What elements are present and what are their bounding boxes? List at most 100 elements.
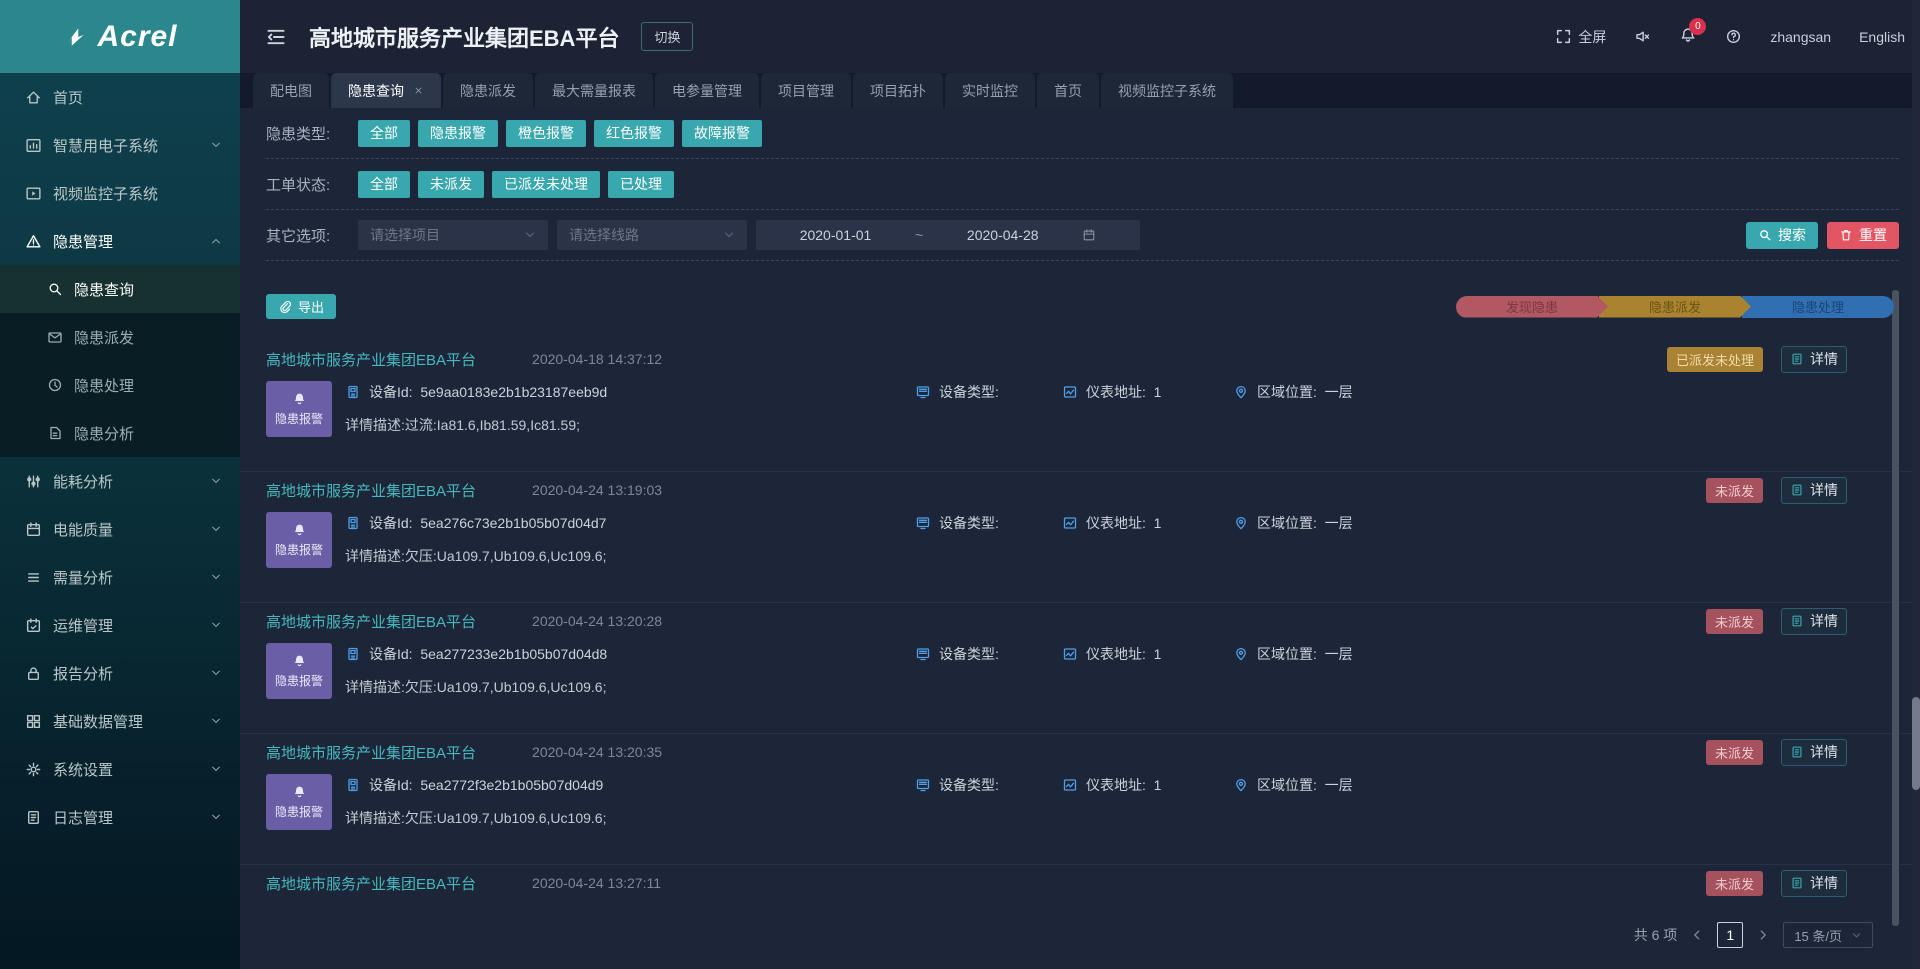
device-type-icon — [915, 646, 931, 662]
sidebar: Acrel 首页智慧用电子系统视频监控子系统隐患管理隐患查询隐患派发隐患处理隐患… — [0, 0, 240, 969]
sidebar-item[interactable]: 运维管理 — [0, 601, 240, 649]
record-title-link[interactable]: 高地城市服务产业集团EBA平台 — [266, 742, 476, 763]
reset-button[interactable]: 重置 — [1827, 222, 1899, 249]
sidebar-item[interactable]: 首页 — [0, 73, 240, 121]
sidebar-subitem[interactable]: 隐患派发 — [0, 313, 240, 361]
tab-项目管理[interactable]: 项目管理 — [761, 73, 851, 108]
sidebar-item[interactable]: 系统设置 — [0, 745, 240, 793]
export-button[interactable]: 导出 — [266, 294, 336, 319]
record-detail-button[interactable]: 详情 — [1781, 346, 1847, 373]
record-detail-button[interactable]: 详情 — [1781, 477, 1847, 504]
record-detail-button[interactable]: 详情 — [1781, 739, 1847, 766]
hazard-type-option[interactable]: 故障报警 — [682, 120, 762, 147]
sidebar-item-label: 视频监控子系统 — [53, 183, 158, 204]
record-status-badge: 未派发 — [1706, 478, 1763, 503]
date-range-picker[interactable]: 2020-01-01 ~ 2020-04-28 — [756, 220, 1140, 250]
record-status-badge: 未派发 — [1706, 740, 1763, 765]
device-id-icon — [345, 515, 361, 531]
sidebar-item-label: 需量分析 — [53, 567, 113, 588]
hazard-type-option[interactable]: 红色报警 — [594, 120, 674, 147]
sidebar-item[interactable]: 智慧用电子系统 — [0, 121, 240, 169]
tab-label: 最大需量报表 — [552, 81, 636, 101]
mute-icon — [1634, 28, 1651, 45]
trash-icon — [1839, 228, 1853, 242]
search-button[interactable]: 搜索 — [1746, 222, 1818, 249]
tab-视频监控子系统[interactable]: 视频监控子系统 — [1101, 73, 1233, 108]
acrel-logo[interactable]: Acrel — [0, 0, 240, 73]
list-scrollbar[interactable] — [1892, 290, 1899, 926]
current-page-button[interactable]: 1 — [1717, 922, 1743, 948]
next-page-icon[interactable] — [1756, 928, 1770, 942]
page-size-select[interactable]: 15 条/页 — [1783, 922, 1873, 948]
sidebar-item-label: 报告分析 — [53, 663, 113, 684]
sidebar-item[interactable]: 隐患管理 — [0, 217, 240, 265]
switch-button[interactable]: 切换 — [641, 22, 693, 51]
sidebar-subitem[interactable]: 隐患查询 — [0, 265, 240, 313]
order-status-option[interactable]: 全部 — [358, 171, 410, 198]
fullscreen-button[interactable]: 全屏 — [1555, 27, 1606, 47]
hazard-type-option[interactable]: 橙色报警 — [506, 120, 586, 147]
tab-隐患派发[interactable]: 隐患派发 — [443, 73, 533, 108]
record-detail-button[interactable]: 详情 — [1781, 870, 1847, 897]
hazard-type-option[interactable]: 全部 — [358, 120, 410, 147]
chevron-down-icon — [210, 763, 222, 775]
sidebar-item[interactable]: 能耗分析 — [0, 457, 240, 505]
sidebar-item[interactable]: 视频监控子系统 — [0, 169, 240, 217]
location-icon — [1233, 515, 1249, 531]
tab-label: 首页 — [1054, 81, 1082, 101]
settings-icon — [25, 761, 42, 778]
legend-pill[interactable]: 隐患派发 — [1599, 296, 1751, 318]
date-start: 2020-01-01 — [800, 227, 872, 243]
tab-隐患查询[interactable]: 隐患查询 — [331, 73, 441, 108]
sidebar-item[interactable]: 电能质量 — [0, 505, 240, 553]
filter-row-other: 其它选项: 请选择项目 请选择线路 2020-01-01 ~ 2020-04-2… — [266, 210, 1899, 261]
language-switcher[interactable]: English — [1859, 29, 1905, 45]
sidebar-subitem-label: 隐患处理 — [74, 375, 134, 396]
hazard-type-option[interactable]: 隐患报警 — [418, 120, 498, 147]
sidebar-item[interactable]: 基础数据管理 — [0, 697, 240, 745]
tab-label: 实时监控 — [962, 81, 1018, 101]
record-detail-button[interactable]: 详情 — [1781, 608, 1847, 635]
doc-detail-icon — [1790, 352, 1804, 366]
prev-page-icon[interactable] — [1690, 928, 1704, 942]
base-data-icon — [25, 713, 42, 730]
window-scrollbar-thumb[interactable] — [1912, 697, 1920, 790]
chevron-down-icon — [210, 523, 222, 535]
sidebar-subitem[interactable]: 隐患分析 — [0, 409, 240, 457]
legend-pill[interactable]: 发现隐患 — [1456, 296, 1608, 318]
alarm-type-label: 隐患报警 — [275, 803, 323, 820]
chevron-down-icon — [210, 475, 222, 487]
record-title-link[interactable]: 高地城市服务产业集团EBA平台 — [266, 480, 476, 501]
sidebar-item[interactable]: 日志管理 — [0, 793, 240, 841]
sidebar-item[interactable]: 需量分析 — [0, 553, 240, 601]
sidebar-subitem[interactable]: 隐患处理 — [0, 361, 240, 409]
tab-首页[interactable]: 首页 — [1037, 73, 1099, 108]
order-status-option[interactable]: 已处理 — [608, 171, 674, 198]
tab-配电图[interactable]: 配电图 — [253, 73, 329, 108]
demand-icon — [25, 569, 42, 586]
bell-icon — [292, 653, 307, 668]
tab-最大需量报表[interactable]: 最大需量报表 — [535, 73, 653, 108]
tab-label: 项目管理 — [778, 81, 834, 101]
sidebar-item[interactable]: 报告分析 — [0, 649, 240, 697]
record-title-link[interactable]: 高地城市服务产业集团EBA平台 — [266, 349, 476, 370]
meter-address-field: 仪表地址: 1 — [1062, 513, 1233, 533]
pagination: 共 6 项 1 15 条/页 — [240, 922, 1920, 948]
collapse-menu-icon[interactable] — [265, 26, 287, 48]
record-title-link[interactable]: 高地城市服务产业集团EBA平台 — [266, 873, 476, 894]
record-title-link[interactable]: 高地城市服务产业集团EBA平台 — [266, 611, 476, 632]
mute-button[interactable] — [1634, 28, 1651, 45]
line-select[interactable]: 请选择线路 — [557, 220, 747, 250]
tab-电参量管理[interactable]: 电参量管理 — [655, 73, 759, 108]
tab-实时监控[interactable]: 实时监控 — [945, 73, 1035, 108]
project-select[interactable]: 请选择项目 — [358, 220, 548, 250]
notifications-button[interactable]: 0 — [1679, 26, 1697, 47]
order-status-option[interactable]: 未派发 — [418, 171, 484, 198]
help-button[interactable] — [1725, 28, 1742, 45]
username-menu[interactable]: zhangsan — [1770, 29, 1831, 45]
order-status-option[interactable]: 已派发未处理 — [492, 171, 600, 198]
top-header: 高地城市服务产业集团EBA平台 切换 全屏 — [240, 0, 1920, 73]
tab-项目拓扑[interactable]: 项目拓扑 — [853, 73, 943, 108]
legend-pill[interactable]: 隐患处理 — [1742, 296, 1894, 318]
sidebar-menu: 首页智慧用电子系统视频监控子系统隐患管理隐患查询隐患派发隐患处理隐患分析能耗分析… — [0, 73, 240, 841]
